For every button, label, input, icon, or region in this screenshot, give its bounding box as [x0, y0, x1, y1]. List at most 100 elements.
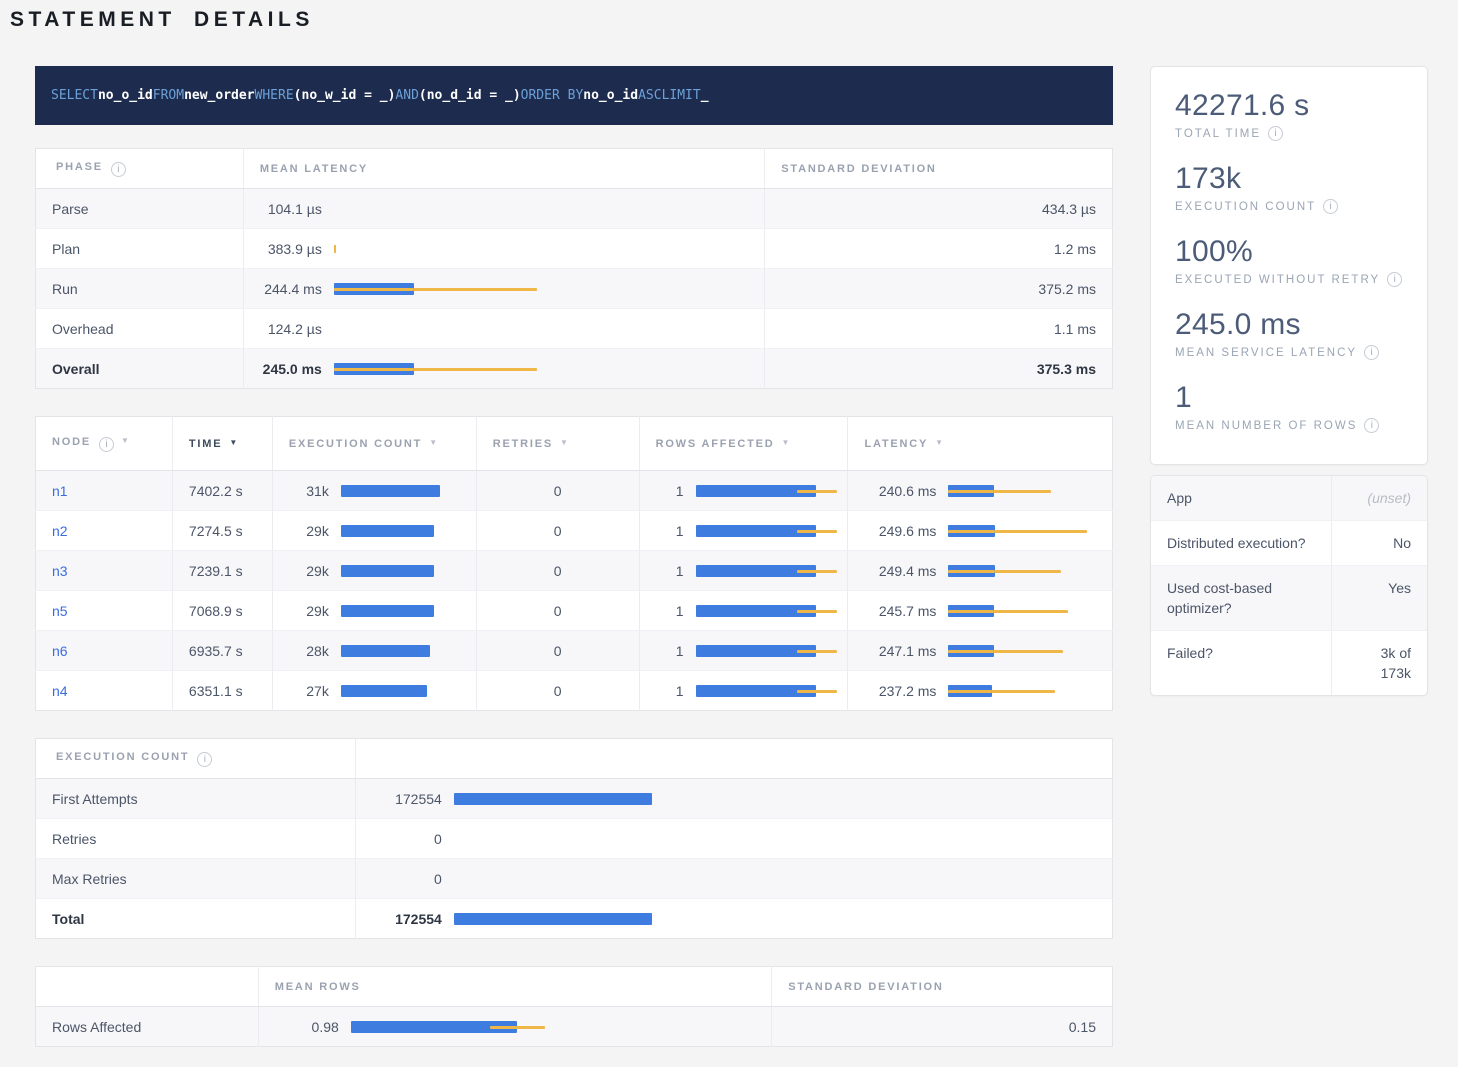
execution-count-label: Retries — [36, 819, 356, 859]
execution-count-header: EXECUTION COUNT i — [36, 739, 356, 779]
detail-row: App(unset) — [1151, 476, 1427, 520]
execution-count-value: 28k — [289, 643, 329, 659]
info-icon[interactable]: i — [1323, 199, 1338, 214]
latency-bar — [334, 362, 748, 376]
stddev-line — [797, 570, 837, 573]
summary-stat: 245.0 msMEAN SERVICE LATENCYi — [1175, 308, 1403, 360]
column-header-latency[interactable]: LATENCY▼ — [848, 417, 1113, 471]
phase-column-header: PHASE i — [36, 149, 244, 189]
info-icon[interactable]: i — [99, 437, 114, 452]
latency-value: 249.6 ms — [864, 523, 936, 539]
execution-count-title: EXECUTION COUNT — [56, 751, 189, 763]
std-dev-value: 375.3 ms — [765, 349, 1113, 389]
count-bar — [454, 793, 652, 805]
summary-stat: 173kEXECUTION COUNTi — [1175, 162, 1403, 214]
rows-affected-bar — [696, 564, 832, 578]
execution-count-value: 172554 — [372, 791, 442, 807]
execution-count-row: First Attempts172554 — [36, 779, 1113, 819]
node-time: 7402.2 s — [172, 471, 272, 511]
rows-affected-row: Rows Affected0.980.15 — [36, 1007, 1113, 1047]
statement-details-card: App(unset)Distributed execution?NoUsed c… — [1150, 475, 1428, 696]
stddev-line — [334, 288, 414, 291]
stat-label: TOTAL TIMEi — [1175, 126, 1403, 141]
execution-count-bar — [341, 564, 460, 578]
detail-row: Failed?3k of 173k — [1151, 630, 1427, 695]
stddev-line — [948, 490, 994, 493]
execution-count-row: Max Retries0 — [36, 859, 1113, 899]
detail-label: Failed? — [1151, 631, 1332, 695]
info-icon[interactable]: i — [197, 752, 212, 767]
page-title: STATEMENT DETAILS — [10, 8, 1458, 32]
stat-value: 245.0 ms — [1175, 308, 1403, 342]
count-bar — [341, 525, 434, 537]
column-header-rows-affected[interactable]: ROWS AFFECTED ▼ — [639, 417, 848, 471]
stat-label: MEAN NUMBER OF ROWSi — [1175, 418, 1403, 433]
info-icon[interactable]: i — [1387, 272, 1402, 287]
column-header-retries[interactable]: RETRIES▼ — [476, 417, 639, 471]
stddev-line — [948, 690, 992, 693]
sql-identifier: _ — [701, 88, 709, 103]
stddev-line — [948, 530, 995, 533]
sql-identifier: no_o_id — [98, 88, 153, 103]
phase-row: Overall245.0 ms375.3 ms — [36, 349, 1113, 389]
main-column: SELECT no_o_id FROM new_order WHERE (no_… — [35, 66, 1113, 1047]
latency-value: 249.4 ms — [864, 563, 936, 579]
execution-count-row: Total172554 — [36, 899, 1113, 939]
column-header-time[interactable]: TIME ▼ — [172, 417, 272, 471]
mean-latency-value: 383.9 µs — [260, 241, 322, 257]
execution-count-bar — [454, 832, 1096, 846]
column-label: RETRIES — [493, 438, 553, 450]
content: SELECT no_o_id FROM new_order WHERE (no_… — [35, 66, 1428, 1047]
info-icon[interactable]: i — [1364, 418, 1379, 433]
execution-count-label: Total — [36, 899, 356, 939]
node-link[interactable]: n3 — [52, 563, 68, 579]
mean-latency-value: 244.4 ms — [260, 281, 322, 297]
phase-name: Overall — [36, 349, 244, 389]
stddev-line — [797, 690, 837, 693]
detail-label: Distributed execution? — [1151, 521, 1332, 565]
retries-value: 0 — [476, 471, 639, 511]
rows-affected-value: 1 — [656, 523, 684, 539]
execution-count-bar — [341, 644, 460, 658]
info-icon[interactable]: i — [111, 162, 126, 177]
statement-details-page: STATEMENT DETAILS SELECT no_o_id FROM ne… — [0, 0, 1458, 1067]
retries-value: 0 — [476, 591, 639, 631]
sql-statement-box: SELECT no_o_id FROM new_order WHERE (no_… — [35, 66, 1113, 125]
summary-stat: 42271.6 sTOTAL TIMEi — [1175, 89, 1403, 141]
node-link[interactable]: n2 — [52, 523, 68, 539]
sort-arrow-icon: ▼ — [121, 436, 131, 445]
phase-name: Plan — [36, 229, 244, 269]
info-icon[interactable]: i — [1268, 126, 1283, 141]
node-row: n37239.1 s29k01249.4 ms — [36, 551, 1113, 591]
node-link[interactable]: n6 — [52, 643, 68, 659]
detail-value: No — [1332, 521, 1427, 565]
node-statistics-table: NODEi▼TIME▼EXECUTION COUNT▼RETRIES▼ROWS … — [35, 416, 1113, 711]
std-dev-value: 1.2 ms — [765, 229, 1113, 269]
column-header-execution-count[interactable]: EXECUTION COUNT▼ — [272, 417, 476, 471]
sort-arrow-icon: ▼ — [229, 438, 239, 447]
sort-arrow-icon: ▼ — [782, 438, 792, 447]
node-time: 7274.5 s — [172, 511, 272, 551]
std-dev-column-header: STANDARD DEVIATION — [772, 967, 1113, 1007]
summary-stat: 1MEAN NUMBER OF ROWSi — [1175, 381, 1403, 433]
execution-count-table: EXECUTION COUNT i First Attempts172554Ret… — [35, 738, 1113, 939]
node-row: n46351.1 s27k01237.2 ms — [36, 671, 1113, 711]
latency-value: 240.6 ms — [864, 483, 936, 499]
latency-value: 245.7 ms — [864, 603, 936, 619]
rows-affected-value: 1 — [656, 683, 684, 699]
execution-count-value: 0 — [372, 831, 442, 847]
column-label: ROWS AFFECTED — [656, 438, 775, 450]
phase-column-label: PHASE — [56, 161, 103, 173]
column-label: TIME — [189, 438, 222, 450]
execution-count-value: 27k — [289, 683, 329, 699]
node-time: 6935.7 s — [172, 631, 272, 671]
execution-count-bar — [454, 912, 1096, 926]
column-header-node[interactable]: NODEi▼ — [36, 417, 173, 471]
info-icon[interactable]: i — [1364, 345, 1379, 360]
stddev-line — [948, 650, 994, 653]
execution-count-value-header — [355, 739, 1112, 779]
node-link[interactable]: n4 — [52, 683, 68, 699]
node-link[interactable]: n5 — [52, 603, 68, 619]
node-link[interactable]: n1 — [52, 483, 68, 499]
stddev-line — [797, 530, 837, 533]
